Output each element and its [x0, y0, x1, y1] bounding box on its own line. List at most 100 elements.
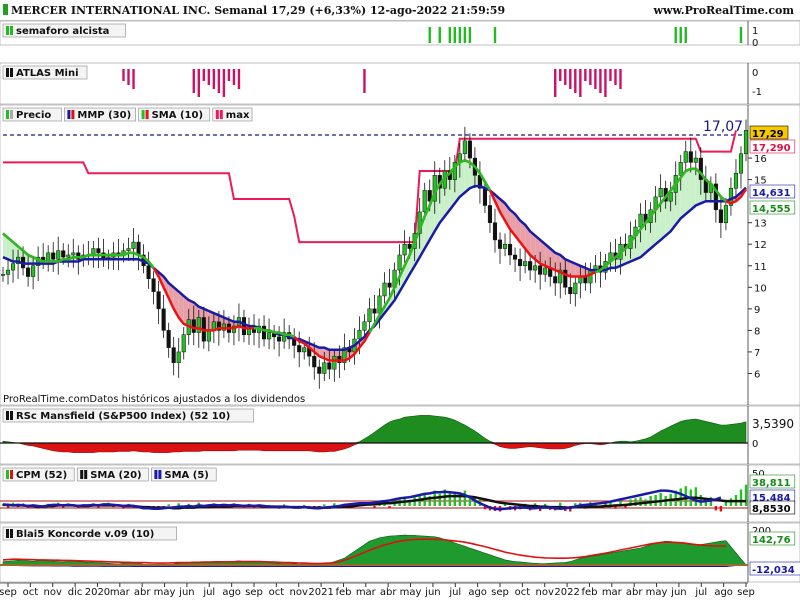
rsc-last-value: 3,5390 — [752, 417, 794, 431]
legend-text: SMA (10) — [152, 110, 203, 121]
candle-body — [387, 282, 392, 288]
x-tick-label: 2022 — [554, 587, 579, 598]
semaforo-bar — [463, 27, 467, 43]
cpm-bar — [453, 492, 457, 506]
cpm-bar — [719, 506, 723, 512]
x-tick-label: jul — [694, 587, 707, 598]
legend-swatch — [67, 110, 71, 119]
price-tag: 17,29 — [752, 129, 784, 140]
semaforo-bar — [739, 27, 743, 43]
chart-canvas: semaforo alcista 10ATLAS Mini 0-117,07Prec… — [0, 20, 800, 598]
candle-body — [518, 259, 523, 267]
legend-swatch — [80, 470, 84, 479]
candle-body — [327, 362, 332, 370]
cpm-bar — [388, 506, 391, 509]
x-tick-label: jul — [202, 587, 215, 598]
atlas-bar — [363, 69, 366, 93]
candle-body — [658, 187, 663, 198]
semaforo-bar — [453, 27, 457, 43]
candle-body — [382, 282, 387, 297]
candle-body — [302, 347, 307, 353]
candle-body — [638, 213, 643, 228]
candle-body — [513, 254, 518, 260]
ma-fill — [685, 168, 691, 215]
candle-body — [367, 308, 372, 323]
x-tick-label: nov — [290, 587, 308, 598]
atlas-bar — [589, 69, 592, 85]
candle-body — [502, 243, 508, 249]
legend-swatch — [6, 411, 9, 420]
legend-text: Precio — [16, 110, 51, 121]
candle-body — [588, 269, 593, 284]
atlas-bar — [217, 69, 221, 93]
candle-body — [66, 254, 71, 258]
legend-swatch — [6, 110, 9, 119]
legend-text: CPM (52) — [16, 470, 67, 481]
candle-body — [497, 239, 503, 249]
x-tick-label: oct — [515, 587, 531, 598]
atlas-bar — [122, 69, 125, 81]
atlas-bar — [584, 69, 587, 81]
atlas-bar — [212, 69, 216, 89]
candle-body — [181, 334, 186, 353]
candle-body — [407, 243, 412, 249]
x-tick-label: abr — [134, 587, 151, 598]
legend-text: max — [226, 110, 250, 121]
atlas-bar — [609, 69, 612, 81]
x-tick-label: oct — [23, 587, 39, 598]
atlas-bar — [132, 69, 135, 89]
legend-swatch — [10, 26, 13, 35]
candle-body — [146, 265, 151, 279]
candle-body — [136, 241, 141, 256]
candle-body — [523, 261, 528, 267]
atlas-bar — [604, 69, 607, 97]
cpm-bar — [438, 493, 441, 506]
candle-body — [31, 265, 36, 277]
candle-body — [688, 151, 693, 163]
x-tick-label: feb — [335, 587, 351, 598]
price-tick-label: 11 — [754, 262, 767, 273]
candle-body — [683, 151, 688, 163]
atlas-panel-frame — [0, 62, 800, 105]
price-tag: 14,631 — [752, 188, 791, 199]
candle-body — [131, 241, 136, 249]
candle-body — [743, 130, 749, 155]
semaforo-bar — [438, 27, 441, 43]
candle-body — [528, 261, 533, 271]
candle-body — [462, 140, 467, 155]
legend-swatch — [145, 110, 149, 119]
candle-body — [262, 325, 267, 340]
candle-body — [176, 351, 181, 363]
candle-body — [533, 265, 538, 271]
candle-body — [538, 265, 543, 275]
candle-body — [487, 205, 493, 223]
koncorde-panel: Blai5 Koncorde v.09 (10) 200142,76-12,034 — [0, 522, 800, 583]
x-tick-label: oct — [269, 587, 285, 598]
candle-body — [0, 274, 6, 276]
candle-body — [151, 278, 156, 292]
legend-swatch — [10, 68, 13, 77]
candle-body — [171, 347, 176, 363]
x-tick-label: nov — [536, 587, 554, 598]
candle-body — [166, 330, 171, 348]
x-tick-label: sep — [0, 587, 17, 598]
cpm-bar — [323, 504, 326, 506]
atlas-bar — [559, 69, 562, 81]
legend-swatch — [219, 110, 223, 119]
candle-body — [46, 252, 51, 262]
price-tick-label: 12 — [754, 240, 767, 251]
candle-body — [297, 345, 302, 353]
koncorde-tag: -12,034 — [752, 565, 795, 576]
price-tag: 17,290 — [752, 143, 791, 154]
atlas-bar — [197, 69, 200, 97]
semaforo-bar — [458, 27, 462, 43]
semaforo-bar — [468, 27, 472, 43]
candle-body — [191, 319, 196, 333]
cpm-bar — [659, 492, 662, 506]
atlas-bar — [619, 69, 622, 89]
candle-body — [553, 276, 558, 284]
watermark: ProRealTime.comDatos históricos ajustado… — [3, 393, 305, 405]
cpm-bar — [639, 497, 642, 506]
legend-text: Blai5 Koncorde v.09 (10) — [16, 529, 154, 540]
candle-body — [723, 205, 728, 223]
